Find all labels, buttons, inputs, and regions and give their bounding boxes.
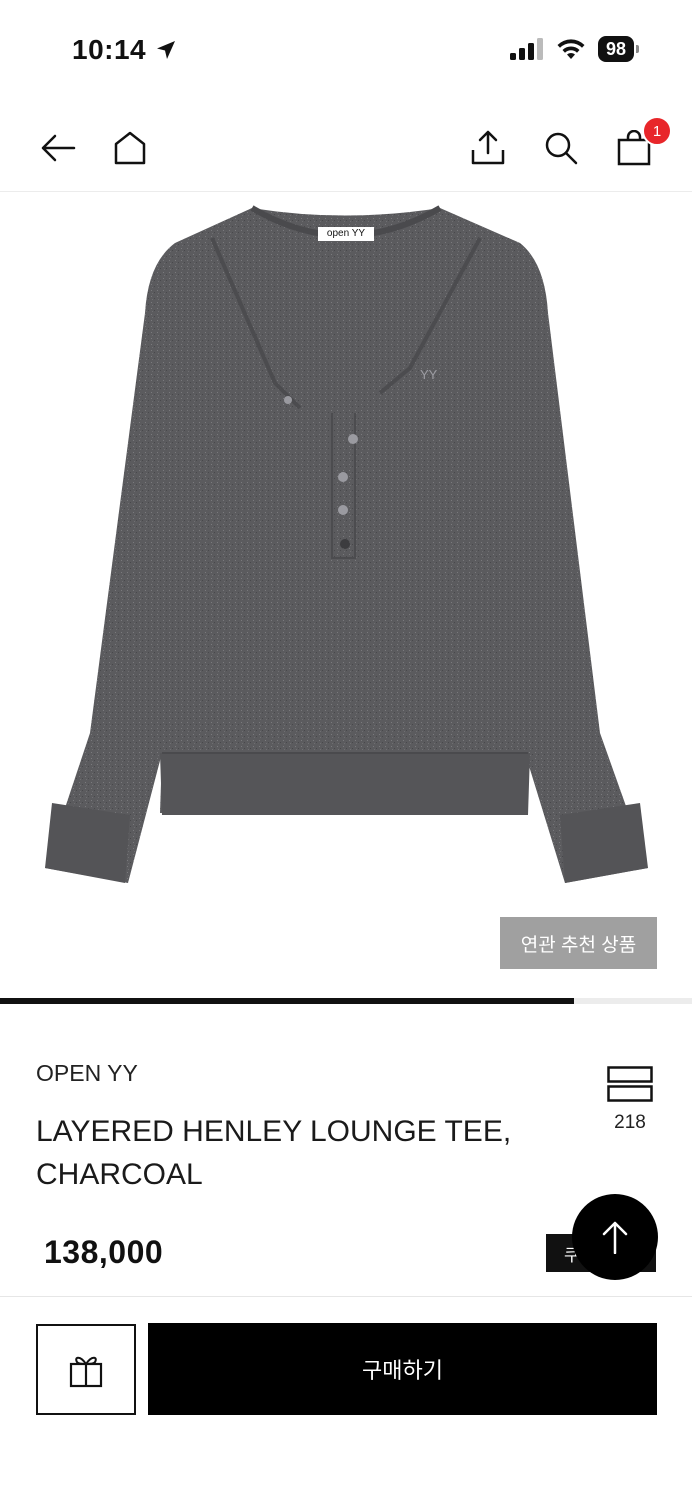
gallery-progress-bar <box>0 998 692 1004</box>
status-time-group: 10:14 <box>72 34 178 66</box>
arrow-up-icon <box>602 1221 628 1254</box>
back-button[interactable] <box>38 128 78 168</box>
compare-button[interactable] <box>607 1066 653 1107</box>
back-arrow-icon <box>41 134 76 162</box>
status-indicators: 98 <box>509 36 640 62</box>
cellular-signal-icon <box>509 38 543 60</box>
buy-now-button[interactable]: 구매하기 <box>148 1323 657 1415</box>
battery-indicator: 98 <box>597 36 640 62</box>
status-bar: 10:14 98 <box>0 0 692 100</box>
status-time: 10:14 <box>72 34 147 65</box>
gift-button[interactable] <box>36 1324 136 1415</box>
gift-icon <box>69 1356 103 1387</box>
bottom-action-bar: 구매하기 <box>0 1296 692 1500</box>
home-icon <box>114 131 146 165</box>
share-button[interactable] <box>468 128 508 168</box>
home-button[interactable] <box>110 128 150 168</box>
compare-count: 218 <box>614 1112 646 1133</box>
cart-count-badge: 1 <box>642 116 672 146</box>
product-image[interactable]: open YY YY <box>0 193 692 998</box>
search-icon <box>545 132 578 165</box>
gallery-progress-fill <box>0 998 575 1004</box>
scroll-to-top-button[interactable] <box>572 1194 658 1280</box>
top-nav-bar: 1 <box>0 100 692 192</box>
garment-label: open YY <box>318 227 374 241</box>
compare-icon <box>607 1066 653 1102</box>
search-button[interactable] <box>541 128 581 168</box>
product-price: 138,000 <box>44 1234 164 1270</box>
garment-logo: YY <box>420 367 438 382</box>
wifi-icon <box>557 39 585 59</box>
share-icon <box>471 130 505 165</box>
product-title: LAYERED HENLEY LOUNGE TEE, CHARCOAL <box>36 1115 512 1191</box>
location-arrow-icon <box>157 41 176 59</box>
related-products-button[interactable]: 연관 추천 상품 <box>500 917 657 969</box>
brand-name[interactable]: OPEN YY <box>36 1060 138 1087</box>
cart-button[interactable]: 1 <box>614 116 672 168</box>
henley-tee-illustration <box>45 205 648 883</box>
